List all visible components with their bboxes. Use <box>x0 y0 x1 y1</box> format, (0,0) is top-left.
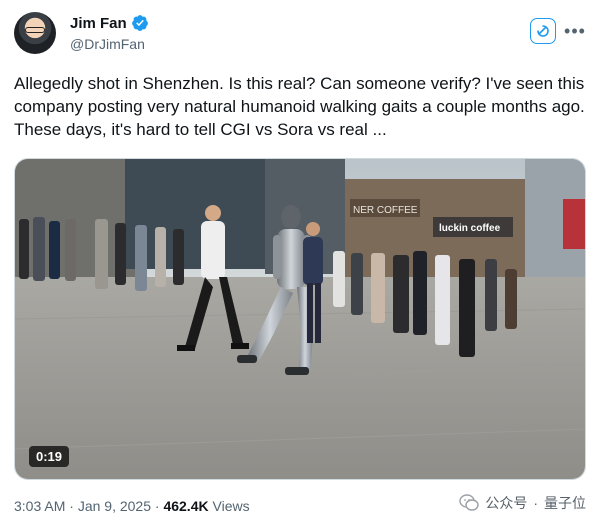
handle[interactable]: @DrJimFan <box>70 36 145 52</box>
verified-badge-icon <box>131 15 148 31</box>
tweet-date[interactable]: Jan 9, 2025 <box>78 498 151 514</box>
video-frame: NER COFFEE luckin coffee <box>15 159 585 479</box>
watermark-name: 量子位 <box>544 495 586 511</box>
display-name[interactable]: Jim Fan <box>70 15 127 32</box>
tweet-text: Allegedly shot in Shenzhen. Is this real… <box>14 74 585 139</box>
tweet-time[interactable]: 3:03 AM <box>14 498 65 514</box>
video-player[interactable]: NER COFFEE luckin coffee 0:19 <box>14 158 586 480</box>
watermark: 公众号 · 量子位 <box>459 493 586 513</box>
grok-icon <box>537 25 549 37</box>
views-count: 462.4K <box>163 498 209 514</box>
tweet-meta: 3:03 AM · Jan 9, 2025 · 462.4K Views <box>14 498 250 514</box>
more-icon: ••• <box>564 21 586 41</box>
more-button[interactable]: ••• <box>564 20 586 42</box>
grok-button[interactable] <box>530 18 556 44</box>
avatar[interactable] <box>14 12 56 54</box>
views-label: Views <box>212 498 250 514</box>
watermark-source: 公众号 <box>485 495 528 511</box>
video-duration: 0:19 <box>29 446 70 467</box>
name-row: Jim Fan <box>70 14 149 32</box>
meta-separator-2: · <box>154 498 160 514</box>
coffee-sign: NER COFFEE <box>353 205 418 216</box>
meta-separator: · <box>69 498 74 514</box>
wechat-icon <box>459 494 480 511</box>
tweet-header: Jim Fan @DrJimFan ••• <box>14 12 586 60</box>
watermark-separator: · <box>533 495 538 511</box>
luckin-sign: luckin coffee <box>439 223 501 234</box>
